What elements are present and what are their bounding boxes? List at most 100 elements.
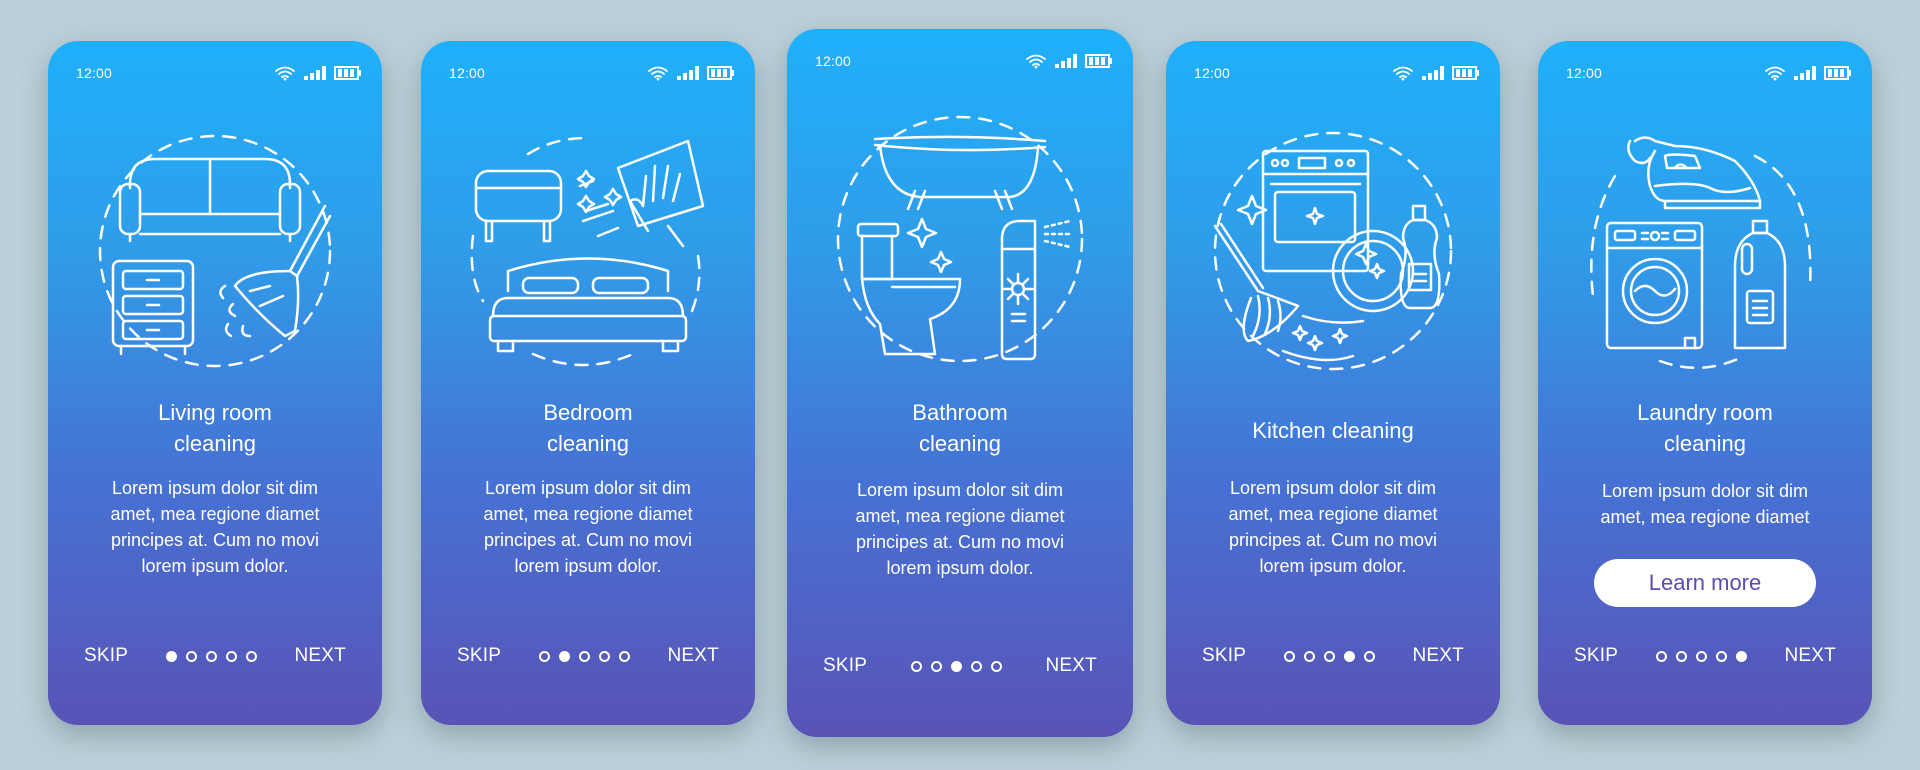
- pagination-dots: [910, 660, 1002, 672]
- status-bar: 12:00: [449, 61, 735, 85]
- skip-button[interactable]: SKIP: [1574, 645, 1618, 667]
- page-dot[interactable]: [225, 650, 237, 662]
- page-dot[interactable]: [970, 660, 982, 672]
- laundry-illustration: [1590, 136, 1812, 369]
- next-button[interactable]: NEXT: [295, 645, 346, 667]
- next-button[interactable]: NEXT: [668, 645, 719, 667]
- page-dot-active[interactable]: [165, 650, 177, 662]
- onboarding-screen-bathroom: 12:00 Bathroom cleaning Lorem ipsum dolo…: [787, 29, 1133, 737]
- onboarding-nav: SKIP NEXT: [1574, 641, 1836, 671]
- page-dot[interactable]: [1715, 650, 1727, 662]
- skip-button[interactable]: SKIP: [823, 655, 867, 677]
- screen-title: Laundry room cleaning: [1637, 400, 1773, 456]
- bathtub-icon: [873, 135, 1047, 211]
- screen-description: Lorem ipsum dolor sit dim amet, mea regi…: [110, 478, 320, 576]
- bedroom-illustration: [470, 136, 705, 367]
- screen-description: Lorem ipsum dolor sit dim amet, mea regi…: [1228, 478, 1438, 576]
- oven-icon: [1261, 149, 1370, 273]
- next-button[interactable]: NEXT: [1785, 645, 1836, 667]
- toilet-icon: [856, 222, 962, 356]
- screen-description: Lorem ipsum dolor sit dim amet, mea regi…: [483, 478, 693, 576]
- screen-title: Bathroom cleaning: [912, 400, 1008, 456]
- status-bar: 12:00: [1566, 61, 1852, 85]
- signal-icon: [1422, 66, 1444, 80]
- status-time: 12:00: [1194, 65, 1231, 81]
- drawer-icon: [111, 259, 195, 356]
- living-room-illustration: [98, 134, 332, 368]
- page-dot[interactable]: [578, 650, 590, 662]
- wifi-icon: [1765, 66, 1785, 81]
- status-time: 12:00: [1566, 65, 1603, 81]
- page-dot[interactable]: [910, 660, 922, 672]
- cleaning-hand-icon: [576, 139, 705, 248]
- page-dot[interactable]: [1283, 650, 1295, 662]
- kitchen-illustration: [1213, 131, 1453, 371]
- status-bar: 12:00: [815, 49, 1113, 73]
- onboarding-nav: SKIP NEXT: [823, 651, 1097, 681]
- pagination-dots: [1283, 650, 1375, 662]
- onboarding-screen-laundry: 12:00 Laundry room cleaning Lorem ipsum …: [1538, 41, 1872, 725]
- wifi-icon: [648, 66, 668, 81]
- page-dot[interactable]: [1303, 650, 1315, 662]
- page-dot[interactable]: [1695, 650, 1707, 662]
- bed-icon: [488, 257, 688, 353]
- onboarding-screen-bedroom: 12:00 Bedroom cleaning Lorem ipsum dolor…: [421, 41, 755, 725]
- skip-button[interactable]: SKIP: [457, 645, 501, 667]
- page-dot[interactable]: [538, 650, 550, 662]
- washing-machine-icon: [1605, 221, 1704, 350]
- sparkle-icon: [1306, 334, 1324, 352]
- pagination-dots: [165, 650, 257, 662]
- sparkle-icon: [906, 217, 938, 249]
- page-dot[interactable]: [185, 650, 197, 662]
- sparkle-icon: [1291, 324, 1309, 342]
- page-dot[interactable]: [1363, 650, 1375, 662]
- wifi-icon: [1393, 66, 1413, 81]
- pagination-dots: [538, 650, 630, 662]
- wifi-icon: [1026, 54, 1046, 69]
- onboarding-nav: SKIP NEXT: [457, 641, 719, 671]
- skip-button[interactable]: SKIP: [1202, 645, 1246, 667]
- wifi-icon: [275, 66, 295, 81]
- page-dot[interactable]: [205, 650, 217, 662]
- page-dot[interactable]: [1323, 650, 1335, 662]
- onboarding-screen-living-room: 12:00 Living room cleaning Lorem ipsum d…: [48, 41, 382, 725]
- status-time: 12:00: [449, 65, 486, 81]
- page-dot-active[interactable]: [950, 660, 962, 672]
- sofa-icon: [118, 157, 302, 243]
- battery-icon: [1824, 66, 1851, 80]
- signal-icon: [304, 66, 326, 80]
- pagination-dots: [1655, 650, 1747, 662]
- signal-icon: [1794, 66, 1816, 80]
- page-dot[interactable]: [1655, 650, 1667, 662]
- next-button[interactable]: NEXT: [1046, 655, 1097, 677]
- signal-icon: [1055, 54, 1077, 68]
- air-freshener-icon: [1000, 219, 1072, 361]
- page-dot[interactable]: [990, 660, 1002, 672]
- onboarding-nav: SKIP NEXT: [84, 641, 346, 671]
- detergent-bottle-icon: [1733, 219, 1787, 350]
- sparkle-icon: [1331, 327, 1349, 345]
- next-button[interactable]: NEXT: [1413, 645, 1464, 667]
- page-dot[interactable]: [618, 650, 630, 662]
- page-dot-active[interactable]: [1735, 650, 1747, 662]
- page-dot[interactable]: [1675, 650, 1687, 662]
- onboarding-screen-kitchen: 12:00 Kitchen cleaning Lorem ipsum dolor…: [1166, 41, 1500, 725]
- screen-title: Kitchen cleaning: [1252, 418, 1414, 443]
- page-dot[interactable]: [930, 660, 942, 672]
- signal-icon: [677, 66, 699, 80]
- bathroom-illustration: [836, 115, 1084, 363]
- battery-icon: [334, 66, 361, 80]
- skip-button[interactable]: SKIP: [84, 645, 128, 667]
- learn-more-button[interactable]: Learn more: [1594, 559, 1816, 607]
- battery-icon: [707, 66, 734, 80]
- page-dot-active[interactable]: [558, 650, 570, 662]
- iron-icon: [1627, 136, 1762, 210]
- status-bar: 12:00: [76, 61, 362, 85]
- page-dot[interactable]: [245, 650, 257, 662]
- page-dot[interactable]: [598, 650, 610, 662]
- page-dot-active[interactable]: [1343, 650, 1355, 662]
- status-time: 12:00: [815, 53, 852, 69]
- screen-title: Living room cleaning: [158, 400, 272, 456]
- battery-icon: [1085, 54, 1112, 68]
- battery-icon: [1452, 66, 1479, 80]
